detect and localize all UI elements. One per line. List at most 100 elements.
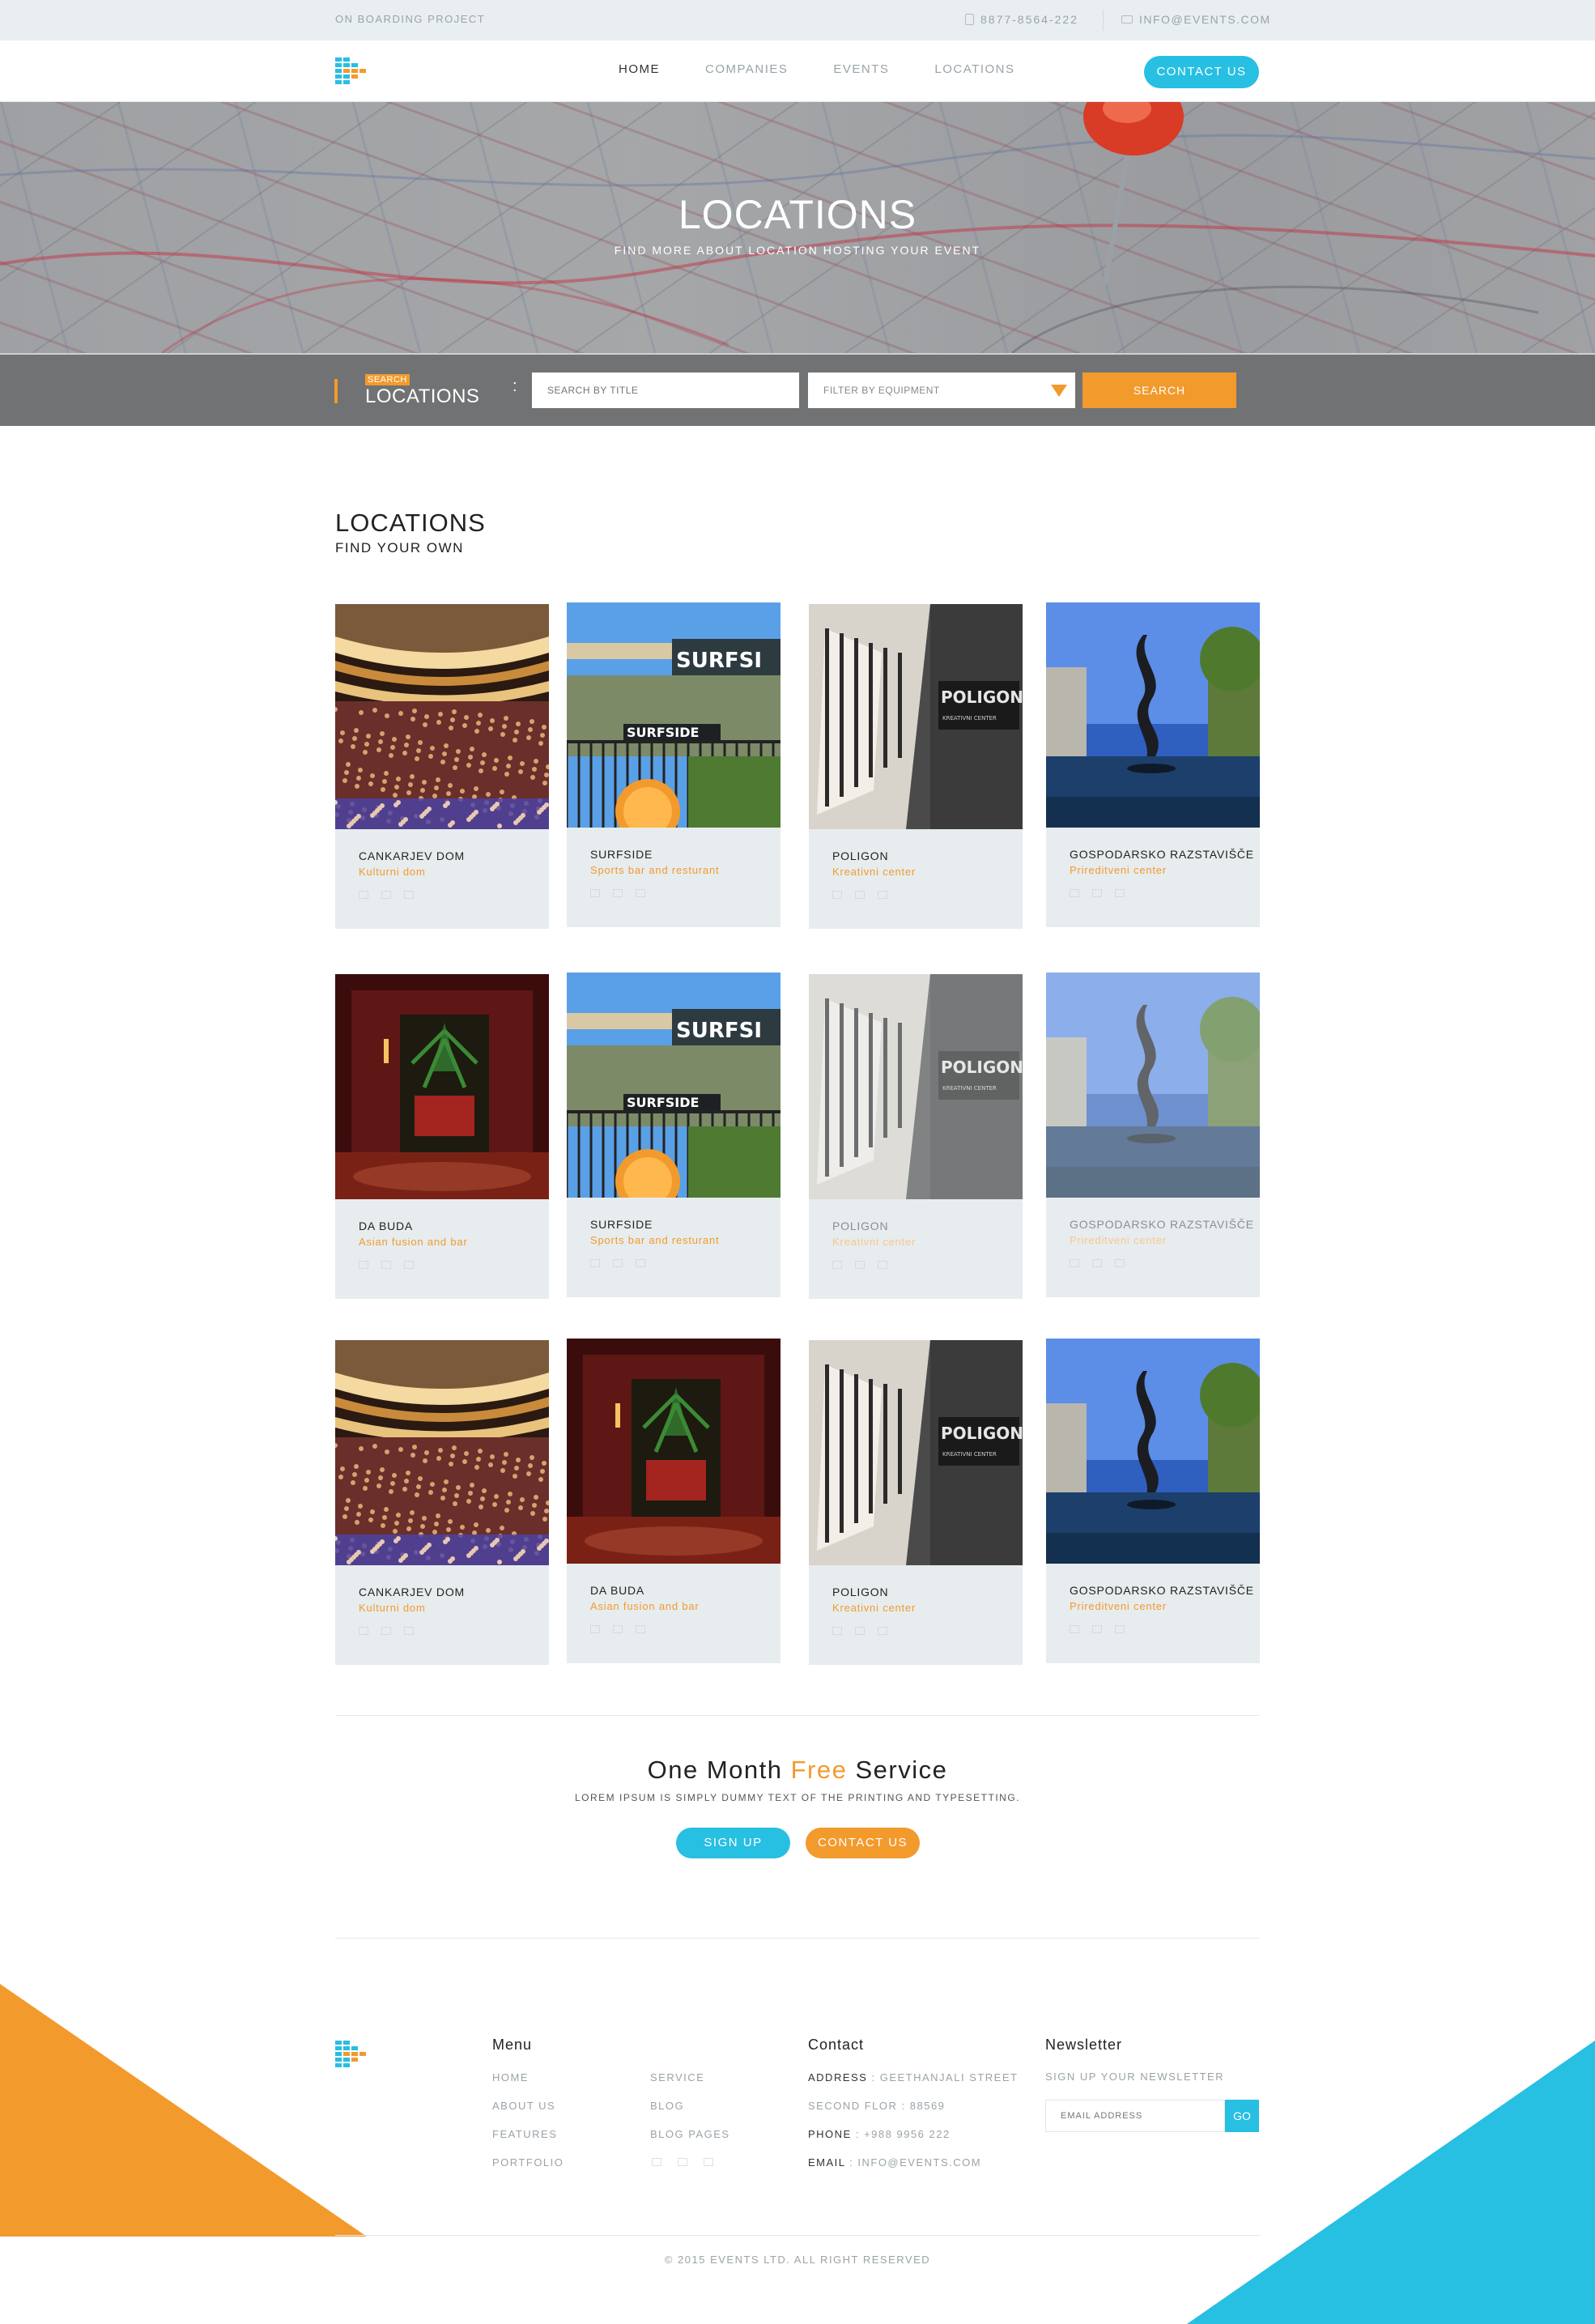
location-name[interactable]: GOSPODARSKO RAZSTAVIŠČE bbox=[1070, 1584, 1254, 1597]
footer-link-about[interactable]: ABOUT US bbox=[492, 2100, 555, 2112]
linkedin-icon[interactable] bbox=[704, 2158, 713, 2166]
share-icon[interactable] bbox=[832, 891, 842, 899]
search-title-input[interactable] bbox=[532, 372, 799, 408]
newsletter-email-input[interactable] bbox=[1045, 2100, 1225, 2132]
location-card[interactable]: DA BUDA Asian fusion and bar bbox=[335, 974, 549, 1299]
nav-item-locations[interactable]: LOCATIONS bbox=[934, 62, 1014, 76]
like-icon[interactable] bbox=[855, 1627, 865, 1635]
footer-link-service[interactable]: SERVICE bbox=[650, 2071, 704, 2084]
location-photo-surfside-bar[interactable]: SURFSI LIVE SPOR SURFSIDE bbox=[567, 602, 780, 828]
location-photo-dabuda-interior[interactable] bbox=[567, 1339, 780, 1564]
location-name[interactable]: CANKARJEV DOM bbox=[359, 849, 465, 862]
comment-icon[interactable] bbox=[878, 1627, 887, 1635]
topbar-email[interactable]: INFO@EVENTS.COM bbox=[1121, 13, 1271, 26]
share-icon[interactable] bbox=[590, 889, 600, 897]
newsletter-go-button[interactable]: GO bbox=[1225, 2100, 1259, 2132]
comment-icon[interactable] bbox=[404, 1627, 414, 1635]
comment-icon[interactable] bbox=[636, 1625, 645, 1633]
like-icon[interactable] bbox=[381, 891, 391, 899]
like-icon[interactable] bbox=[1092, 1625, 1102, 1633]
share-icon[interactable] bbox=[1070, 889, 1079, 897]
share-icon[interactable] bbox=[1070, 1625, 1079, 1633]
like-icon[interactable] bbox=[1092, 1259, 1102, 1267]
share-icon[interactable] bbox=[359, 891, 368, 899]
location-photo-surfside-bar[interactable]: SURFSI LIVE SPOR SURFSIDE bbox=[567, 973, 780, 1198]
like-icon[interactable] bbox=[613, 889, 623, 897]
footer-link-blog[interactable]: BLOG bbox=[650, 2100, 684, 2112]
location-photo-sculpture-fountain[interactable] bbox=[1046, 1339, 1260, 1564]
contact-us-button[interactable]: CONTACT US bbox=[1144, 56, 1259, 88]
location-card[interactable]: GOSPODARSKO RAZSTAVIŠČE Prireditveni cen… bbox=[1046, 602, 1260, 927]
share-icon[interactable] bbox=[359, 1261, 368, 1269]
comment-icon[interactable] bbox=[1115, 1259, 1125, 1267]
share-icon[interactable] bbox=[832, 1627, 842, 1635]
location-card[interactable]: GOSPODARSKO RAZSTAVIŠČE Prireditveni cen… bbox=[1046, 973, 1260, 1297]
equipment-filter-select[interactable]: FILTER BY EQUIPMENT bbox=[808, 372, 1075, 408]
location-card[interactable]: GOSPODARSKO RAZSTAVIŠČE Prireditveni cen… bbox=[1046, 1339, 1260, 1663]
location-name[interactable]: POLIGON bbox=[832, 1219, 888, 1232]
location-name[interactable]: POLIGON bbox=[832, 849, 888, 862]
like-icon[interactable] bbox=[1092, 889, 1102, 897]
like-icon[interactable] bbox=[613, 1259, 623, 1267]
location-name[interactable]: POLIGON bbox=[832, 1586, 888, 1598]
location-photo-concert-hall[interactable] bbox=[335, 1340, 549, 1565]
comment-icon[interactable] bbox=[404, 891, 414, 899]
twitter-icon[interactable] bbox=[678, 2158, 687, 2166]
share-icon[interactable] bbox=[359, 1627, 368, 1635]
svg-text:KREATIVNI CENTER: KREATIVNI CENTER bbox=[942, 715, 997, 721]
comment-icon[interactable] bbox=[878, 1261, 887, 1269]
footer-link-features[interactable]: FEATURES bbox=[492, 2128, 557, 2140]
location-card[interactable]: CANKARJEV DOM Kulturni dom bbox=[335, 1340, 549, 1665]
location-photo-dabuda-interior[interactable] bbox=[335, 974, 549, 1199]
nav-item-home[interactable]: HOME bbox=[619, 62, 660, 76]
location-name[interactable]: CANKARJEV DOM bbox=[359, 1586, 465, 1598]
search-button[interactable]: SEARCH bbox=[1082, 372, 1236, 408]
like-icon[interactable] bbox=[855, 1261, 865, 1269]
facebook-icon[interactable] bbox=[652, 2158, 661, 2166]
location-name[interactable]: GOSPODARSKO RAZSTAVIŠČE bbox=[1070, 1218, 1254, 1231]
share-icon[interactable] bbox=[590, 1625, 600, 1633]
main-nav: HOME COMPANIES EVENTS LOCATIONS CONTACT … bbox=[0, 40, 1595, 102]
comment-icon[interactable] bbox=[1115, 1625, 1125, 1633]
nav-item-companies[interactable]: COMPANIES bbox=[705, 62, 788, 76]
share-icon[interactable] bbox=[590, 1259, 600, 1267]
comment-icon[interactable] bbox=[636, 889, 645, 897]
like-icon[interactable] bbox=[381, 1261, 391, 1269]
location-photo-poligon-corridor[interactable]: POLIGON KREATIVNI CENTER bbox=[809, 974, 1023, 1199]
logo-icon[interactable] bbox=[335, 57, 366, 84]
location-photo-poligon-corridor[interactable]: POLIGON KREATIVNI CENTER bbox=[809, 604, 1023, 829]
footer-link-portfolio[interactable]: PORTFOLIO bbox=[492, 2156, 564, 2169]
cta-contact-us-button[interactable]: CONTACT US bbox=[806, 1828, 920, 1858]
location-card[interactable]: POLIGON KREATIVNI CENTER POLIGON Kreativ… bbox=[809, 604, 1023, 929]
nav-item-events[interactable]: EVENTS bbox=[833, 62, 889, 76]
location-name[interactable]: SURFSIDE bbox=[590, 848, 653, 861]
comment-icon[interactable] bbox=[636, 1259, 645, 1267]
location-card[interactable]: POLIGON KREATIVNI CENTER POLIGON Kreativ… bbox=[809, 1340, 1023, 1665]
location-name[interactable]: DA BUDA bbox=[359, 1219, 413, 1232]
footer-link-blog-pages[interactable]: BLOG PAGES bbox=[650, 2128, 730, 2140]
location-name[interactable]: DA BUDA bbox=[590, 1584, 644, 1597]
footer-link-home[interactable]: HOME bbox=[492, 2071, 529, 2084]
newsletter-text: SIGN UP YOUR NEWSLETTER bbox=[1045, 2071, 1225, 2083]
comment-icon[interactable] bbox=[878, 891, 887, 899]
location-card[interactable]: POLIGON KREATIVNI CENTER POLIGON Kreativ… bbox=[809, 974, 1023, 1299]
sign-up-button[interactable]: SIGN UP bbox=[676, 1828, 790, 1858]
share-icon[interactable] bbox=[1070, 1259, 1079, 1267]
comment-icon[interactable] bbox=[404, 1261, 414, 1269]
location-card[interactable]: SURFSI LIVE SPOR SURFSIDE SURFSIDE Sport… bbox=[567, 973, 780, 1297]
location-card[interactable]: CANKARJEV DOM Kulturni dom bbox=[335, 604, 549, 929]
location-card[interactable]: SURFSI LIVE SPOR SURFSIDE SURFSIDE Sport… bbox=[567, 602, 780, 927]
like-icon[interactable] bbox=[381, 1627, 391, 1635]
location-name[interactable]: SURFSIDE bbox=[590, 1218, 653, 1231]
share-icon[interactable] bbox=[832, 1261, 842, 1269]
location-name[interactable]: GOSPODARSKO RAZSTAVIŠČE bbox=[1070, 848, 1254, 861]
location-photo-concert-hall[interactable] bbox=[335, 604, 549, 829]
footer-logo-icon[interactable] bbox=[335, 2041, 366, 2067]
comment-icon[interactable] bbox=[1115, 889, 1125, 897]
location-photo-sculpture-fountain[interactable] bbox=[1046, 602, 1260, 828]
location-photo-sculpture-fountain[interactable] bbox=[1046, 973, 1260, 1198]
location-photo-poligon-corridor[interactable]: POLIGON KREATIVNI CENTER bbox=[809, 1340, 1023, 1565]
like-icon[interactable] bbox=[613, 1625, 623, 1633]
like-icon[interactable] bbox=[855, 891, 865, 899]
location-card[interactable]: DA BUDA Asian fusion and bar bbox=[567, 1339, 780, 1663]
